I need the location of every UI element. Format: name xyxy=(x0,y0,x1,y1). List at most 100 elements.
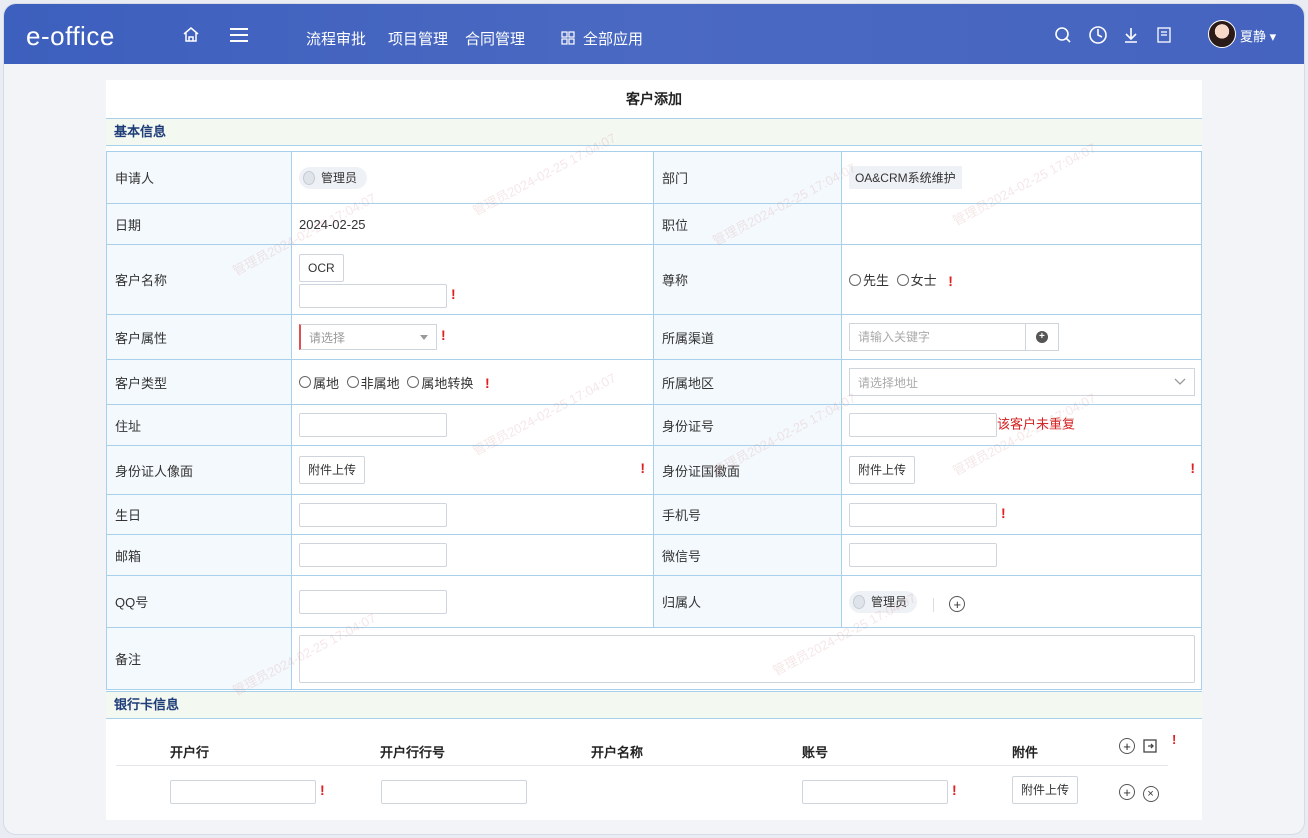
menu-icon[interactable] xyxy=(228,24,250,46)
owner-label: 归属人 xyxy=(653,575,842,628)
import-icon[interactable] xyxy=(1142,738,1158,757)
remove-row-icon[interactable]: × xyxy=(1142,786,1159,802)
col-bank: 开户行 xyxy=(170,745,210,760)
qq-input[interactable] xyxy=(299,589,448,614)
add-row-icon[interactable]: + xyxy=(1119,738,1135,754)
caret-down-icon xyxy=(420,334,429,340)
radio-local[interactable]: 属地 xyxy=(299,373,339,392)
idno-label: 身份证号 xyxy=(653,404,842,446)
radio-transfer[interactable]: 属地转换 xyxy=(407,373,473,392)
id-back-upload-button[interactable]: 附件上传 xyxy=(848,456,915,484)
bank-header-divider xyxy=(116,765,1168,766)
id-back-label: 身份证国徽面 xyxy=(653,445,842,495)
id-front-upload-button[interactable]: 附件上传 xyxy=(299,456,366,484)
document-icon[interactable] xyxy=(1153,24,1175,46)
required-mark: ! xyxy=(441,327,446,344)
address-input[interactable] xyxy=(299,413,448,437)
user-icon xyxy=(852,594,865,609)
col-account-no: 账号 xyxy=(802,745,829,760)
bank-row: ! xyxy=(170,780,325,804)
required-mark: ! xyxy=(948,272,953,289)
required-mark: ! xyxy=(1172,732,1177,747)
remark-textarea[interactable] xyxy=(299,634,1196,683)
account-no-cell: ! xyxy=(802,780,957,804)
home-icon[interactable] xyxy=(180,24,202,46)
idno-input[interactable] xyxy=(848,413,997,437)
bank-code-cell xyxy=(381,780,527,804)
position-value xyxy=(840,203,1203,245)
required-mark: ! xyxy=(484,375,490,391)
email-label: 邮箱 xyxy=(105,534,293,576)
nav-workflow[interactable]: 流程审批 xyxy=(306,28,366,49)
radio-transfer-label: 属地转换 xyxy=(421,375,474,391)
channel-input[interactable]: 请输入关键字 + xyxy=(848,323,1059,351)
grid-icon[interactable] xyxy=(557,27,579,49)
col-attachment: 附件 xyxy=(1012,745,1039,760)
bank-upload-button[interactable]: 附件上传 xyxy=(1012,776,1079,804)
region-label: 所属地区 xyxy=(653,359,842,405)
bank-table-header: 开户行 开户行行号 开户名称 账号 附件 + ! xyxy=(106,732,1202,766)
username-text: 夏静 xyxy=(1240,29,1267,44)
ocr-button[interactable]: OCR xyxy=(299,253,344,282)
radio-nonlocal[interactable]: 非属地 xyxy=(346,373,400,392)
account-no-input[interactable] xyxy=(802,780,948,804)
add-owner-icon[interactable]: + xyxy=(949,596,966,612)
phone-input[interactable] xyxy=(848,502,997,527)
channel-placeholder: 请输入关键字 xyxy=(850,324,1026,350)
dept-label: 部门 xyxy=(653,151,842,204)
nav-all-apps[interactable]: 全部应用 xyxy=(583,28,643,49)
bank-input[interactable] xyxy=(170,780,316,804)
title-label: 尊称 xyxy=(653,244,842,315)
top-bar: e-office 流程审批 项目管理 合同管理 全部应用 夏静 ▾ xyxy=(4,4,1304,64)
remark-label: 备注 xyxy=(105,627,293,690)
birthday-input[interactable] xyxy=(299,502,448,527)
add-channel-button[interactable]: + xyxy=(1026,324,1058,350)
customer-name-label: 客户名称 xyxy=(105,244,293,315)
col-bank-code: 开户行行号 xyxy=(380,745,446,760)
divider xyxy=(932,598,934,613)
date-label: 日期 xyxy=(105,203,293,245)
owner-chip: 管理员 xyxy=(848,590,917,613)
type-label: 客户类型 xyxy=(105,359,293,405)
required-mark: ! xyxy=(952,782,957,799)
idno-warning: 该客户未重复 xyxy=(996,416,1075,432)
section-bank-info: 银行卡信息 xyxy=(106,691,1202,719)
app-frame: e-office 流程审批 项目管理 合同管理 全部应用 夏静 ▾ 客户添加 基… xyxy=(4,4,1304,834)
section-basic-info: 基本信息 xyxy=(106,118,1202,146)
applicant-chip: 管理员 xyxy=(299,166,368,189)
applicant-label: 申请人 xyxy=(105,151,293,204)
radio-ms-label: 女士 xyxy=(910,273,937,288)
add-row-icon[interactable]: + xyxy=(1119,784,1135,800)
radio-nonlocal-label: 非属地 xyxy=(360,375,400,391)
row-actions: + × xyxy=(1119,784,1159,802)
avatar[interactable] xyxy=(1208,20,1236,48)
wechat-input[interactable] xyxy=(848,543,997,567)
search-icon[interactable] xyxy=(1052,24,1074,46)
username[interactable]: 夏静 ▾ xyxy=(1240,26,1276,45)
qq-label: QQ号 xyxy=(105,575,293,628)
required-mark: ! xyxy=(320,782,325,799)
position-label: 职位 xyxy=(653,203,842,245)
email-input[interactable] xyxy=(299,543,448,567)
radio-mr[interactable]: 先生 xyxy=(848,270,889,289)
clock-icon[interactable] xyxy=(1087,24,1109,46)
required-mark: ! xyxy=(451,285,456,302)
birthday-label: 生日 xyxy=(105,494,293,535)
customer-name-input[interactable] xyxy=(299,283,448,308)
bank-code-input[interactable] xyxy=(381,780,527,804)
customer-form: 申请人 管理员 部门 OA&CRM系统维护 日期 2024-02-25 职位 客… xyxy=(105,151,1203,690)
nav-project[interactable]: 项目管理 xyxy=(388,28,448,49)
col-account-name: 开户名称 xyxy=(591,745,644,760)
region-select[interactable]: 请选择地址 xyxy=(848,368,1195,396)
attachment-cell: 附件上传 xyxy=(1012,776,1079,804)
radio-local-label: 属地 xyxy=(313,375,340,391)
radio-mr-label: 先生 xyxy=(862,273,889,288)
plus-icon: + xyxy=(1035,331,1048,343)
attr-select[interactable]: 请选择 xyxy=(299,324,438,350)
applicant-value: 管理员 xyxy=(321,171,358,185)
required-mark: ! xyxy=(1000,504,1006,521)
nav-contract[interactable]: 合同管理 xyxy=(465,28,525,49)
download-icon[interactable] xyxy=(1120,24,1142,46)
chevron-down-icon xyxy=(1174,378,1186,385)
radio-ms[interactable]: 女士 xyxy=(896,270,937,289)
